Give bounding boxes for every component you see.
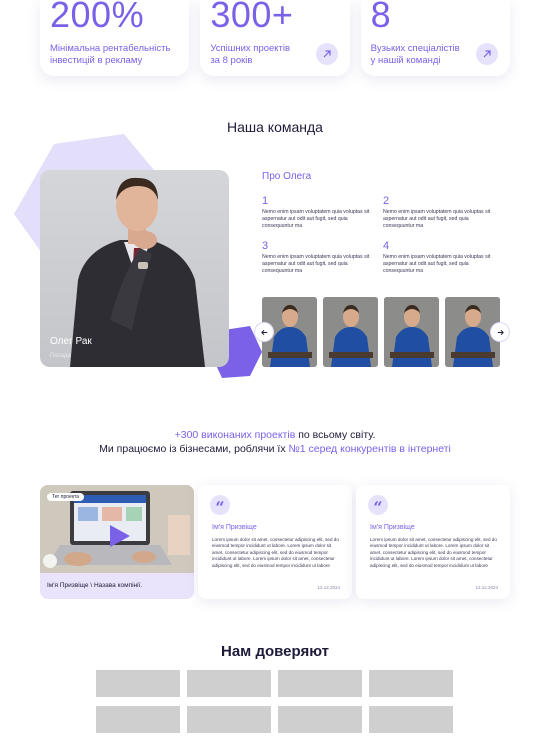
gallery-thumbnail[interactable]: [323, 297, 378, 367]
stat-description: Вузьких спеціалістів у нашій команді: [371, 43, 460, 67]
stat-text-line: інвестицій в рекламу: [50, 55, 143, 66]
team-member-role: Посада: [50, 353, 71, 359]
review-card: “ Ім'я Призвіще Lorem ipsum dolor sit am…: [356, 485, 510, 599]
play-icon[interactable]: [110, 525, 130, 547]
tagline-text: по всьому світу.: [295, 429, 376, 441]
tagline-accent: №1 серед конкурентів в інтернеті: [288, 443, 451, 455]
tagline-text: Ми працюємо із бізнесами, роблячи їх: [99, 443, 289, 455]
partner-logo-placeholder: [96, 706, 180, 733]
fact-item: 2 Nemo enim ipsam voluptatem quia volupt…: [383, 195, 495, 230]
tagline-line-1: +300 виконаних проектів по всьому світу.: [0, 428, 550, 442]
about-title: Про Олега: [262, 171, 312, 182]
partner-logo-placeholder: [369, 670, 453, 697]
stat-number: 300+: [210, 0, 294, 35]
gallery-prev-button[interactable]: [254, 322, 274, 342]
video-caption: Ім'я Призвіще \ Назава компінії.: [47, 582, 143, 589]
gallery-photo: [384, 297, 439, 367]
stat-text-line: Успішних проектів: [210, 43, 291, 54]
fact-text: Nemo enim ipsam voluptatem quia voluptas…: [262, 209, 370, 229]
stat-card: 8 Вузьких спеціалістів у нашій команді: [360, 0, 510, 76]
stat-text-line: у нашій команді: [370, 55, 441, 66]
fact-text: Nemo enim ipsam voluptatem quia voluptas…: [383, 254, 491, 274]
fact-number: 4: [383, 240, 390, 252]
reviewer-name: Ім'я Призвіще: [212, 524, 257, 531]
arrow-up-right-icon: [323, 50, 331, 58]
tagline-line-2: Ми працюємо із бізнесами, роблячи їх №1 …: [0, 442, 550, 456]
gallery-thumbnail[interactable]: [384, 297, 439, 367]
fact-item: 3 Nemo enim ipsam voluptatem quia volupt…: [262, 240, 374, 275]
stat-description: Мінімальна рентабельність інвестицій в р…: [50, 43, 170, 67]
stat-number: 200%: [50, 0, 145, 35]
gallery-photo: [323, 297, 378, 367]
fact-number: 1: [262, 195, 269, 207]
fact-number: 2: [383, 195, 390, 207]
photo-gallery: [254, 297, 510, 367]
partner-logo-placeholder: [278, 670, 362, 697]
arrow-up-right-button[interactable]: [315, 43, 338, 65]
video-thumbnail[interactable]: Тег проекта: [40, 485, 194, 573]
arrow-right-icon: [497, 329, 504, 335]
fact-item: 1 Nemo enim ipsam voluptatem quia volupt…: [262, 195, 374, 230]
review-date: 12.12.2024: [317, 585, 340, 590]
team-section-title: Наша команда: [227, 119, 323, 135]
stat-card: 300+ Успішних проектів за 8 років: [200, 0, 350, 76]
stat-number: 8: [370, 0, 392, 35]
reviewer-name: Ім'я Призвіще: [370, 524, 415, 531]
review-text: Lorem ipsum dolor sit amet, consectetur …: [370, 537, 497, 568]
arrow-left-icon: [260, 329, 267, 335]
trust-section-title: Нам доверяют: [221, 643, 329, 660]
stat-card: 200% Мінімальна рентабельність інвестиці…: [40, 0, 190, 76]
gallery-next-button[interactable]: [490, 322, 510, 342]
fact-text: Nemo enim ipsam voluptatem quia voluptas…: [383, 209, 491, 229]
stat-description: Успішних проектів за 8 років: [210, 43, 290, 67]
stat-text-line: Мінімальна рентабельність: [50, 43, 171, 54]
fact-number: 3: [262, 240, 269, 252]
partner-logo-placeholder: [187, 706, 271, 733]
project-tag: Тег проекта: [47, 493, 85, 501]
stat-text-line: за 8 років: [210, 55, 253, 66]
stat-text-line: Вузьких спеціалістів: [370, 43, 460, 54]
quote-icon: “: [210, 495, 230, 516]
arrow-up-right-button[interactable]: [475, 43, 498, 65]
team-member-photo-card: Олег Рак Посада: [40, 170, 229, 367]
fact-text: Nemo enim ipsam voluptatem quia voluptas…: [262, 254, 370, 274]
review-date: 12.12.2024: [475, 585, 498, 590]
quote-icon: “: [368, 495, 388, 516]
arrow-up-right-icon: [483, 50, 491, 58]
review-card: “ Ім'я Призвіще Lorem ipsum dolor sit am…: [198, 485, 352, 599]
video-review-card[interactable]: Тег проекта Ім'я Призвіще \ Назава компі…: [40, 485, 194, 599]
team-member-name: Олег Рак: [50, 336, 92, 347]
review-text: Lorem ipsum dolor sit amet, consectetur …: [212, 537, 339, 568]
tagline-accent: +300 виконаних проектів: [174, 429, 296, 441]
partner-logo-placeholder: [187, 670, 271, 697]
partner-logo-placeholder: [369, 706, 453, 733]
partner-logo-placeholder: [278, 706, 362, 733]
stats-row: 200% Мінімальна рентабельність інвестиці…: [40, 0, 510, 76]
tagline: +300 виконаних проектів по всьому світу.…: [0, 428, 550, 456]
partner-logo-placeholder: [96, 670, 180, 697]
fact-item: 4 Nemo enim ipsam voluptatem quia volupt…: [383, 240, 495, 275]
